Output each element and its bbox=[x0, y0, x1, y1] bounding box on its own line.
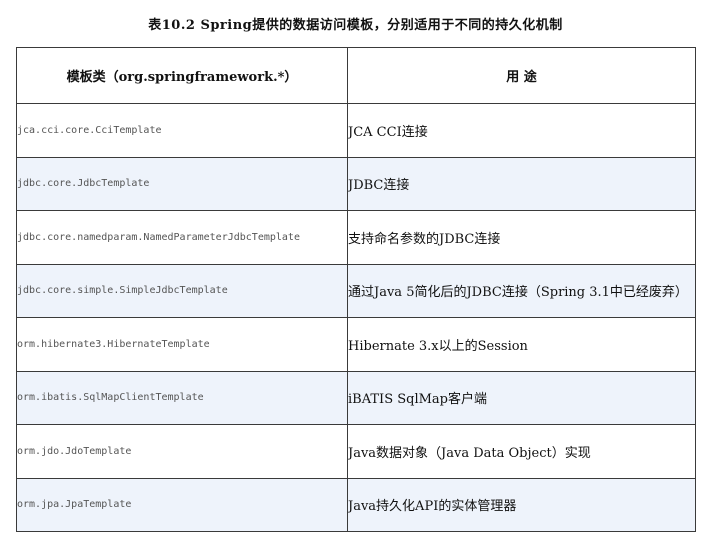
template-class-cell: orm.jpa.JpaTemplate bbox=[16, 477, 348, 532]
template-class-cell: jdbc.core.JdbcTemplate bbox=[16, 156, 348, 211]
usage-cell: Java持久化API的实体管理器 bbox=[347, 477, 696, 532]
usage-cell: 通过Java 5简化后的JDBC连接（Spring 3.1中已经废弃） bbox=[347, 263, 696, 318]
usage-cell: JCA CCI连接 bbox=[347, 103, 696, 158]
header-template-class: 模板类（org.springframework.*） bbox=[16, 47, 348, 104]
header-usage: 用 途 bbox=[347, 47, 696, 104]
usage-cell: Hibernate 3.x以上的Session bbox=[347, 317, 696, 372]
table-row: jca.cci.core.CciTemplate JCA CCI连接 bbox=[16, 103, 696, 158]
usage-cell: JDBC连接 bbox=[347, 156, 696, 211]
template-class-cell: orm.ibatis.SqlMapClientTemplate bbox=[16, 370, 348, 425]
usage-cell: iBATIS SqlMap客户端 bbox=[347, 370, 696, 425]
table-row: jdbc.core.namedparam.NamedParameterJdbcT… bbox=[16, 210, 696, 265]
template-class-cell: jdbc.core.simple.SimpleJdbcTemplate bbox=[16, 263, 348, 318]
template-class-cell: orm.hibernate3.HibernateTemplate bbox=[16, 317, 348, 372]
table-header-row: 模板类（org.springframework.*） 用 途 bbox=[16, 47, 696, 104]
table-row: orm.hibernate3.HibernateTemplate Hiberna… bbox=[16, 317, 696, 372]
table-row: jdbc.core.simple.SimpleJdbcTemplate 通过Ja… bbox=[16, 263, 696, 318]
data-access-template-table: 模板类（org.springframework.*） 用 途 jca.cci.c… bbox=[16, 47, 696, 532]
table-row: orm.jpa.JpaTemplate Java持久化API的实体管理器 bbox=[16, 477, 696, 532]
usage-cell: Java数据对象（Java Data Object）实现 bbox=[347, 424, 696, 479]
usage-cell: 支持命名参数的JDBC连接 bbox=[347, 210, 696, 265]
table-row: orm.jdo.JdoTemplate Java数据对象（Java Data O… bbox=[16, 424, 696, 479]
template-class-cell: orm.jdo.JdoTemplate bbox=[16, 424, 348, 479]
table-row: jdbc.core.JdbcTemplate JDBC连接 bbox=[16, 156, 696, 211]
template-class-cell: jdbc.core.namedparam.NamedParameterJdbcT… bbox=[16, 210, 348, 265]
table-caption: 表10.2 Spring提供的数据访问模板，分别适用于不同的持久化机制 bbox=[148, 18, 563, 33]
template-class-cell: jca.cci.core.CciTemplate bbox=[16, 103, 348, 158]
table-row: orm.ibatis.SqlMapClientTemplate iBATIS S… bbox=[16, 370, 696, 425]
